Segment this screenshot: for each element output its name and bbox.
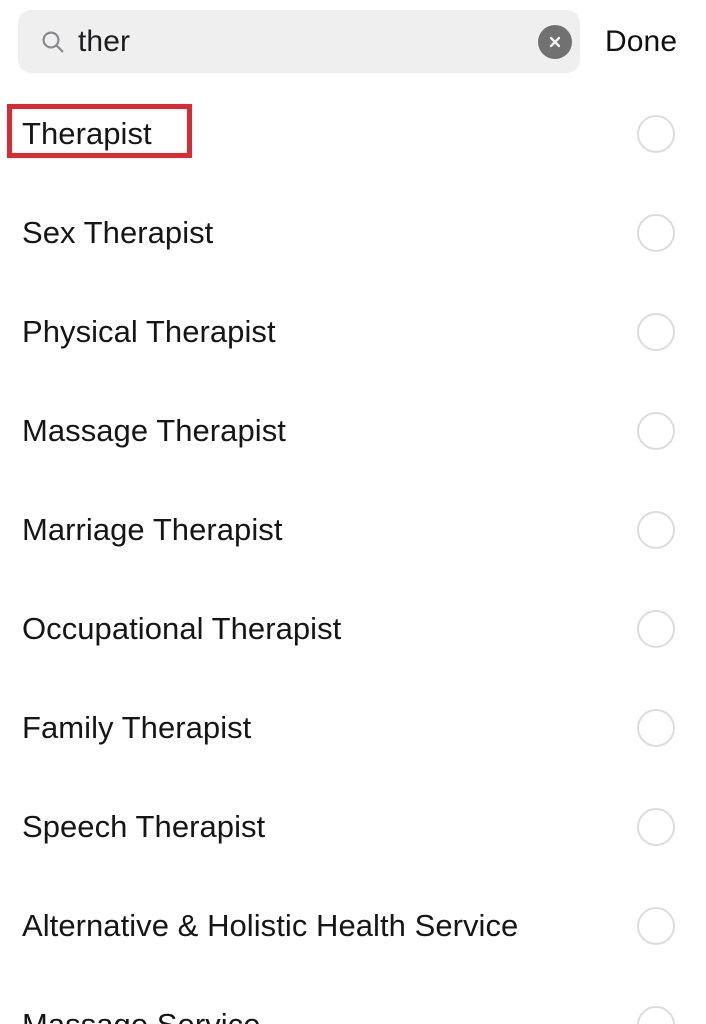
list-item[interactable]: Massage Service [0,975,706,1024]
list-item-radio[interactable] [637,114,675,153]
list-item[interactable]: Speech Therapist [0,777,706,876]
list-item-label: Marriage Therapist [22,511,283,547]
search-selection-screen: ther Done Therapist Sex Therapist Physic… [0,0,706,1024]
list-item-radio[interactable] [637,510,675,549]
list-item[interactable]: Occupational Therapist [0,579,706,678]
done-button[interactable]: Done [605,10,695,73]
list-item[interactable]: Therapist [0,84,706,183]
list-item-label: Speech Therapist [22,808,266,844]
list-item-label: Sex Therapist [22,214,214,250]
search-field[interactable]: ther [18,10,580,73]
list-item-label: Massage Therapist [22,412,286,448]
search-icon [40,29,66,55]
list-item-radio[interactable] [637,708,675,747]
search-input[interactable]: ther [78,25,130,59]
list-item[interactable]: Massage Therapist [0,381,706,480]
list-item-label: Alternative & Holistic Health Service [22,907,519,943]
list-item[interactable]: Physical Therapist [0,282,706,381]
list-item-radio[interactable] [637,906,675,945]
list-item-radio[interactable] [637,411,675,450]
list-item-radio[interactable] [637,213,675,252]
list-item[interactable]: Sex Therapist [0,183,706,282]
search-header: ther Done [0,0,706,84]
list-item[interactable]: Family Therapist [0,678,706,777]
list-item-radio[interactable] [637,609,675,648]
list-item-label: Therapist [22,115,152,151]
list-item-radio[interactable] [637,807,675,846]
list-item-label: Massage Service [22,1006,261,1024]
list-item-label: Family Therapist [22,709,252,745]
list-item-label: Physical Therapist [22,313,276,349]
list-item[interactable]: Marriage Therapist [0,480,706,579]
list-item[interactable]: Alternative & Holistic Health Service [0,876,706,975]
list-item-label: Occupational Therapist [22,610,342,646]
list-item-radio[interactable] [637,312,675,351]
clear-search-icon[interactable] [538,24,572,59]
list-item-radio[interactable] [637,1005,675,1024]
results-list: Therapist Sex Therapist Physical Therapi… [0,84,706,1024]
